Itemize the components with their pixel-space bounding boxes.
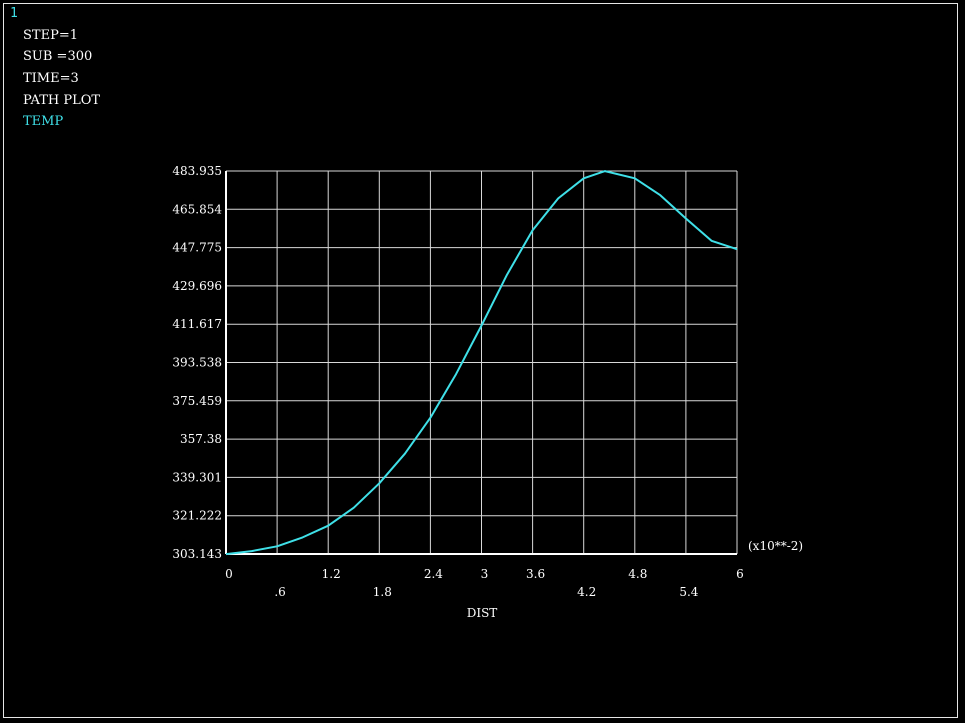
x-tick-label: 4.2 [577,585,596,599]
y-tick-label: 321.222 [172,509,222,523]
x-tick-label: 6 [736,567,744,581]
y-tick-label: 447.775 [172,241,222,255]
y-tick-label: 465.854 [172,202,222,216]
y-tick-label: 339.301 [172,470,222,484]
y-tick-label: 429.696 [172,279,222,293]
y-tick-label: 375.459 [172,394,222,408]
y-tick-label: 393.538 [172,356,222,370]
x-tick-label: .6 [274,585,285,599]
x-tick-label: 1.2 [322,567,341,581]
x-tick-label: 5.4 [679,585,698,599]
y-tick-label: 483.935 [172,164,222,178]
x-tick-label: 1.8 [373,585,392,599]
x-tick-label: 2.4 [424,567,443,581]
x-tick-label: 4.8 [628,567,647,581]
x-tick-label: 3 [481,567,489,581]
x-axis-multiplier: (x10**-2) [748,539,803,553]
x-axis-label: DIST [467,606,498,620]
path-plot-chart: 303.143 321.222 339.301 357.38 375.459 393.53… [172,164,803,620]
grid-lines [225,170,738,555]
x-tick-label: 0 [225,567,233,581]
y-tick-label: 411.617 [172,317,222,331]
tick-labels: 303.143 321.222 339.301 357.38 375.459 393.53… [172,164,743,599]
y-tick-label: 303.143 [172,547,222,561]
y-tick-label: 357.38 [180,432,222,446]
x-tick-label: 3.6 [526,567,545,581]
